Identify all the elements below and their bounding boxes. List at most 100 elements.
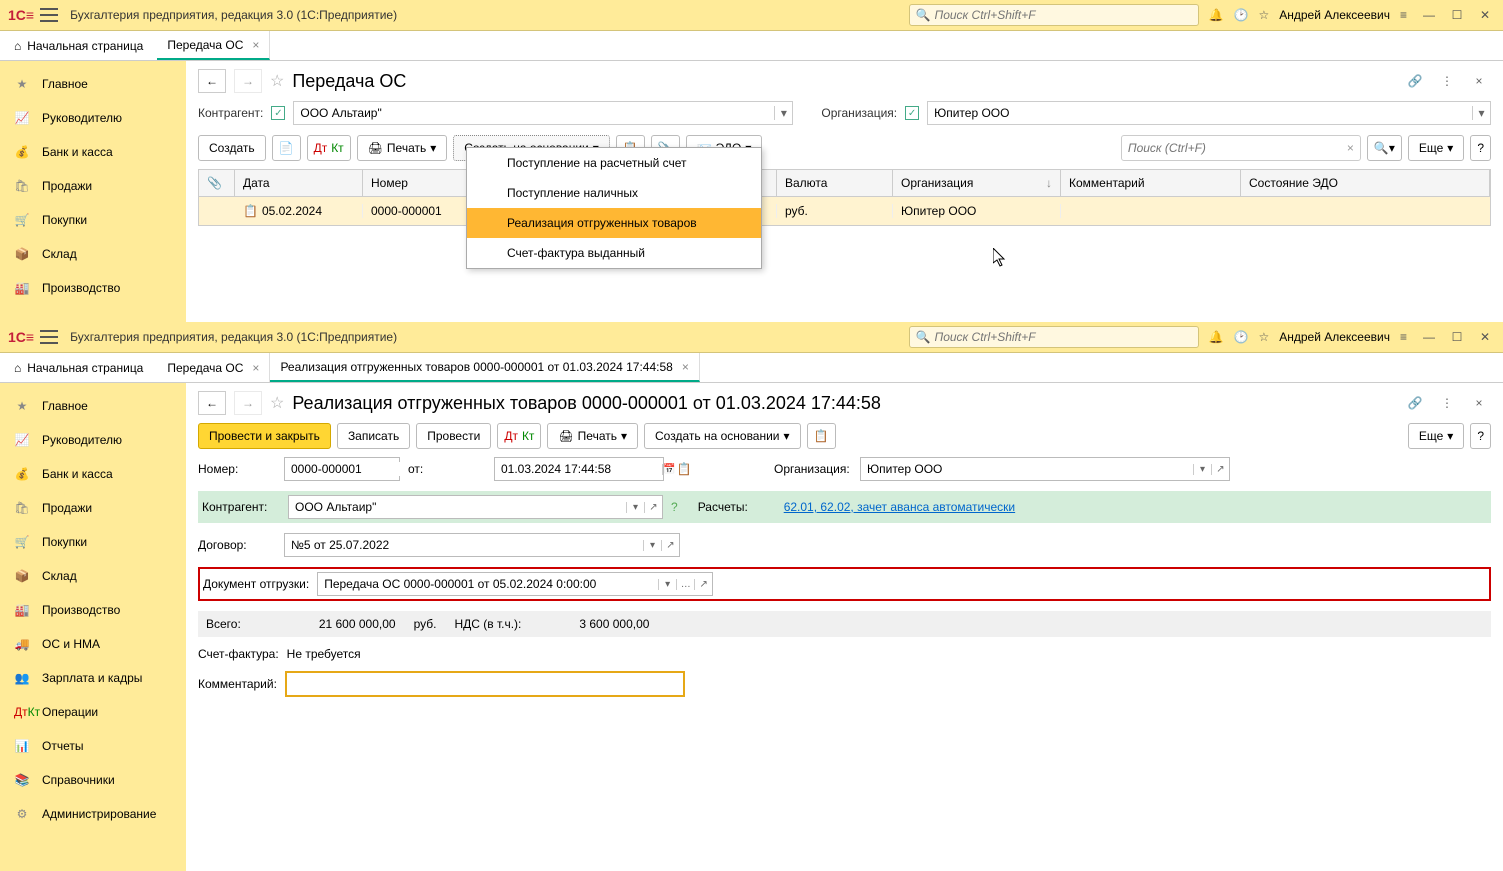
sidebar-item-sales[interactable]: 🛍Продажи [0, 169, 186, 203]
sidebar-item-production[interactable]: 🏭Производство [0, 593, 186, 627]
link-icon[interactable]: 🔗 [1403, 391, 1427, 415]
menu-item-receipt-cash[interactable]: Поступление наличных [467, 178, 761, 208]
close-button[interactable]: ✕ [1475, 327, 1495, 347]
print-button[interactable]: 🖨 Печать ▾ [547, 423, 638, 449]
home-tab[interactable]: ⌂ Начальная страница [0, 353, 157, 382]
home-tab[interactable]: ⌂ Начальная страница [0, 31, 157, 60]
maximize-button[interactable]: ☐ [1447, 327, 1467, 347]
menu-item-invoice[interactable]: Счет-фактура выданный [467, 238, 761, 268]
org-field[interactable]: ▾↗ [860, 457, 1230, 481]
col-comment[interactable]: Комментарий [1061, 170, 1241, 196]
copy-button[interactable]: 📄 [272, 135, 301, 161]
tab-close-icon[interactable]: × [252, 38, 259, 52]
org-input[interactable] [928, 106, 1472, 120]
col-currency[interactable]: Валюта [777, 170, 893, 196]
col-org[interactable]: Организация↓ [893, 170, 1061, 196]
settings-icon[interactable]: ≡ [1400, 8, 1407, 22]
open-icon[interactable]: ↗ [644, 502, 662, 513]
contractor-field[interactable]: ▾↗ [288, 495, 663, 519]
post-button[interactable]: Провести [416, 423, 491, 449]
sidebar-item-bank[interactable]: 💰Банк и касса [0, 457, 186, 491]
link-icon[interactable]: 🔗 [1403, 69, 1427, 93]
close-icon[interactable]: × [1467, 69, 1491, 93]
sidebar-item-warehouse[interactable]: 📦Склад [0, 237, 186, 271]
create-button[interactable]: Создать [198, 135, 266, 161]
back-button[interactable]: ← [198, 391, 226, 415]
bell-icon[interactable]: 🔔 [1209, 8, 1224, 22]
more-button[interactable]: Еще ▾ [1408, 135, 1464, 161]
sidebar-item-purchases[interactable]: 🛒Покупки [0, 525, 186, 559]
help-button[interactable]: ? [1470, 423, 1491, 449]
minimize-button[interactable]: — [1419, 327, 1439, 347]
close-button[interactable]: ✕ [1475, 5, 1495, 25]
contractor-combo[interactable]: ▾ [293, 101, 793, 125]
more-button[interactable]: Еще ▾ [1408, 423, 1464, 449]
ellipsis-icon[interactable]: … [676, 579, 694, 590]
minimize-button[interactable]: — [1419, 5, 1439, 25]
chevron-down-icon[interactable]: ▾ [643, 540, 661, 551]
sidebar-item-manager[interactable]: 📈Руководителю [0, 101, 186, 135]
sidebar-item-reports[interactable]: 📊Отчеты [0, 729, 186, 763]
sidebar-item-assets[interactable]: 🚚ОС и НМА [0, 627, 186, 661]
forward-button[interactable]: → [234, 69, 262, 93]
contract-field[interactable]: ▾↗ [284, 533, 680, 557]
star-icon[interactable]: ☆ [1258, 8, 1269, 22]
list-search[interactable]: × [1121, 135, 1361, 161]
contractor-checkbox[interactable]: ✓ [271, 106, 285, 120]
tab-transfer[interactable]: Передача ОС × [157, 31, 270, 60]
close-icon[interactable]: × [1467, 391, 1491, 415]
search-input[interactable] [935, 330, 1192, 344]
sidebar-item-main[interactable]: ★Главное [0, 389, 186, 423]
create-on-button[interactable]: Создать на основании ▾ [644, 423, 801, 449]
sidebar-item-manager[interactable]: 📈Руководителю [0, 423, 186, 457]
dtkt-button[interactable]: ДтКт [497, 423, 541, 449]
maximize-button[interactable]: ☐ [1447, 5, 1467, 25]
tab-close-icon[interactable]: × [682, 360, 689, 374]
clear-icon[interactable]: × [1347, 141, 1354, 155]
menu-icon[interactable] [40, 330, 58, 344]
favorite-icon[interactable]: ☆ [270, 71, 284, 91]
register-button[interactable]: 📋 [807, 423, 836, 449]
settings-icon[interactable]: ≡ [1400, 330, 1407, 344]
col-attach[interactable]: 📎 [199, 170, 235, 196]
menu-item-realization[interactable]: Реализация отгруженных товаров [467, 208, 761, 238]
col-date[interactable]: Дата [235, 170, 363, 196]
sidebar-item-references[interactable]: 📚Справочники [0, 763, 186, 797]
search-button[interactable]: 🔍▾ [1367, 135, 1402, 161]
sidebar-item-salary[interactable]: 👥Зарплата и кадры [0, 661, 186, 695]
global-search[interactable]: 🔍 [909, 326, 1199, 348]
chevron-down-icon[interactable]: ▾ [774, 106, 792, 120]
post-close-button[interactable]: Провести и закрыть [198, 423, 331, 449]
more-icon[interactable]: ⋮ [1435, 69, 1459, 93]
table-row[interactable]: 📋05.02.2024 0000-000001 руб. Юпитер ООО [199, 197, 1490, 225]
open-icon[interactable]: ↗ [694, 579, 712, 590]
print-button[interactable]: 🖨 Печать ▾ [357, 135, 448, 161]
sidebar-item-sales[interactable]: 🛍Продажи [0, 491, 186, 525]
sidebar-item-operations[interactable]: ДтКтОперации [0, 695, 186, 729]
forward-button[interactable]: → [234, 391, 262, 415]
favorite-icon[interactable]: ☆ [270, 393, 284, 413]
more-icon[interactable]: ⋮ [1435, 391, 1459, 415]
date-field[interactable]: 📅 [494, 457, 664, 481]
search-input[interactable] [1128, 141, 1347, 155]
history-icon[interactable]: 🕑 [1234, 330, 1249, 344]
sidebar-item-bank[interactable]: 💰Банк и касса [0, 135, 186, 169]
back-button[interactable]: ← [198, 69, 226, 93]
contractor-input[interactable] [294, 106, 774, 120]
calc-link[interactable]: 62.01, 62.02, зачет аванса автоматически [784, 500, 1015, 514]
org-combo[interactable]: ▾ [927, 101, 1491, 125]
write-button[interactable]: Записать [337, 423, 410, 449]
comment-input[interactable] [285, 671, 685, 697]
tab-realization[interactable]: Реализация отгруженных товаров 0000-0000… [270, 353, 699, 382]
sidebar-item-production[interactable]: 🏭Производство [0, 271, 186, 305]
sidebar-item-admin[interactable]: ⚙Администрирование [0, 797, 186, 831]
username[interactable]: Андрей Алексеевич [1279, 330, 1390, 344]
number-field[interactable] [284, 457, 400, 481]
tab-transfer[interactable]: Передача ОС × [157, 353, 270, 382]
history-icon[interactable]: 🕑 [1234, 8, 1249, 22]
username[interactable]: Андрей Алексеевич [1279, 8, 1390, 22]
menu-item-receipt-account[interactable]: Поступление на расчетный счет [467, 148, 761, 178]
sidebar-item-purchases[interactable]: 🛒Покупки [0, 203, 186, 237]
bell-icon[interactable]: 🔔 [1209, 330, 1224, 344]
tab-close-icon[interactable]: × [252, 361, 259, 375]
